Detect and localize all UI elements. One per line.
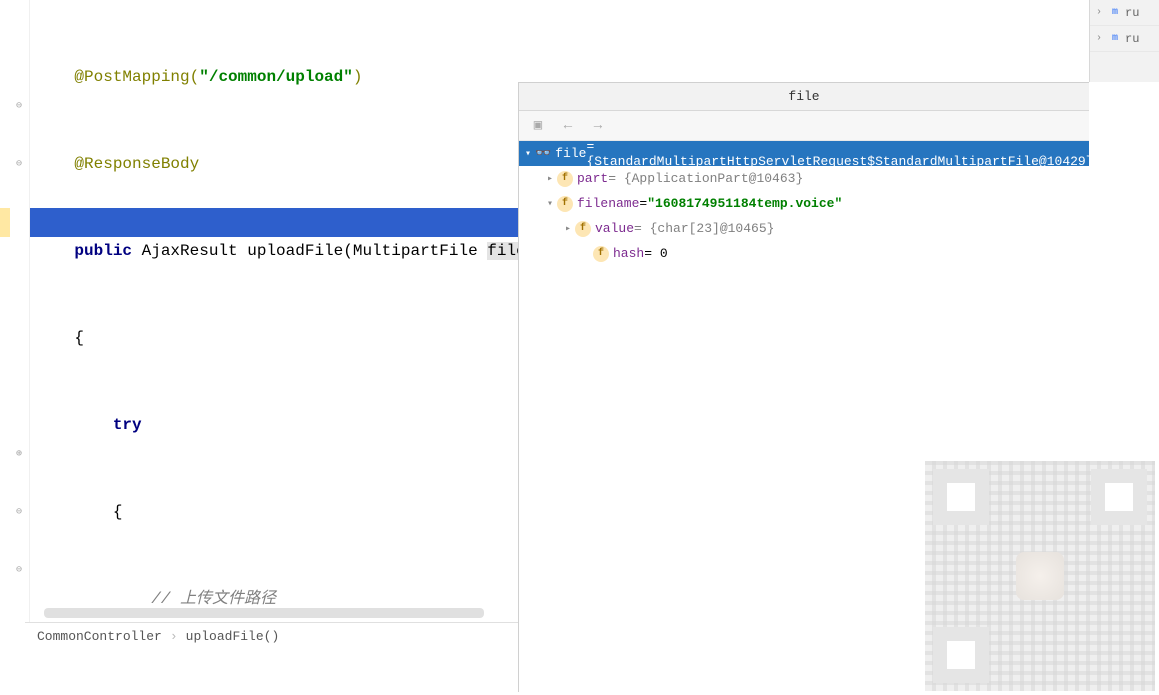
arrow-left-icon[interactable]: ←: [559, 117, 577, 135]
variable-name: hash: [613, 246, 644, 261]
maven-m-icon: m: [1108, 32, 1122, 46]
variable-row[interactable]: f hash = 0: [519, 241, 1089, 266]
maven-m-icon: m: [1108, 6, 1122, 20]
expand-arrow-icon[interactable]: ▸: [561, 223, 575, 235]
chevron-right-icon: ›: [1096, 33, 1102, 44]
fold-icon[interactable]: ⊖: [16, 508, 26, 518]
variable-name: value: [595, 221, 634, 236]
expand-arrow-icon[interactable]: ▾: [525, 148, 531, 160]
chevron-right-icon: ›: [170, 629, 178, 644]
variable-row-root[interactable]: ▾ 👓 file = {StandardMultipartHttpServlet…: [519, 141, 1089, 166]
sidebar-tool-label: ru: [1125, 6, 1139, 20]
variable-value: = {StandardMultipartHttpServletRequest$S…: [586, 139, 1093, 169]
fold-icon[interactable]: ⊖: [16, 566, 26, 576]
sidebar-tool-label: ru: [1125, 32, 1139, 46]
fold-icon[interactable]: ⊕: [16, 450, 26, 460]
horizontal-scrollbar[interactable]: [44, 608, 484, 618]
field-icon: f: [575, 221, 591, 237]
keyword: try: [113, 416, 142, 434]
breadcrumb[interactable]: CommonController › uploadFile(): [25, 622, 518, 650]
variables-tree[interactable]: ▾ 👓 file = {StandardMultipartHttpServlet…: [519, 141, 1089, 266]
variable-row[interactable]: ▸ f part = {ApplicationPart@10463}: [519, 166, 1089, 191]
annotation: @ResponseBody: [74, 155, 199, 173]
variable-row[interactable]: ▾ f filename = "1608174951184temp.voice": [519, 191, 1089, 216]
fold-icon[interactable]: ⊖: [16, 160, 26, 170]
execution-gutter-marker: [0, 208, 10, 237]
keyword: public: [74, 242, 132, 260]
parameter-highlight: file: [487, 242, 518, 260]
sidebar-tool-item[interactable]: › m ru: [1090, 26, 1159, 52]
sidebar-tool-item[interactable]: › m ru: [1090, 0, 1159, 26]
new-watch-icon[interactable]: ▣: [529, 117, 547, 135]
chevron-right-icon: ›: [1096, 7, 1102, 18]
string-literal: "/common/upload": [199, 68, 353, 86]
qr-watermark: [925, 461, 1155, 691]
editor-gutter[interactable]: ⊖ ⊖ ⊕ ⊖ ⊖: [0, 0, 30, 650]
expand-arrow-icon[interactable]: ▸: [543, 173, 557, 185]
variable-value: = {ApplicationPart@10463}: [608, 171, 803, 186]
code-content[interactable]: @PostMapping("/common/upload") @Response…: [36, 5, 518, 650]
variable-value: "1608174951184temp.voice": [647, 196, 842, 211]
variable-row[interactable]: ▸ f value = {char[23]@10465}: [519, 216, 1089, 241]
fold-icon[interactable]: ⊖: [16, 102, 26, 112]
variable-value: = 0: [644, 246, 667, 261]
expand-arrow-icon[interactable]: ▾: [543, 198, 557, 210]
watch-icon: 👓: [535, 146, 551, 161]
debug-toolbar: ▣ ← →: [519, 111, 1089, 141]
variable-name: filename: [577, 196, 639, 211]
code-editor[interactable]: ⊖ ⊖ ⊕ ⊖ ⊖ @PostMapping("/common/upload")…: [0, 0, 518, 650]
breadcrumb-item[interactable]: uploadFile(): [186, 629, 280, 644]
variable-name: file: [555, 146, 586, 161]
right-tool-sidebar: › m ru › m ru: [1089, 0, 1159, 82]
debug-panel-title: file: [519, 83, 1089, 111]
field-icon: f: [557, 196, 573, 212]
field-icon: f: [593, 246, 609, 262]
breadcrumb-item[interactable]: CommonController: [37, 629, 162, 644]
field-icon: f: [557, 171, 573, 187]
annotation: @PostMapping(: [74, 68, 199, 86]
variable-value: = {char[23]@10465}: [634, 221, 774, 236]
comment: // 上传文件路径: [151, 590, 276, 608]
arrow-right-icon[interactable]: →: [589, 117, 607, 135]
variable-name: part: [577, 171, 608, 186]
